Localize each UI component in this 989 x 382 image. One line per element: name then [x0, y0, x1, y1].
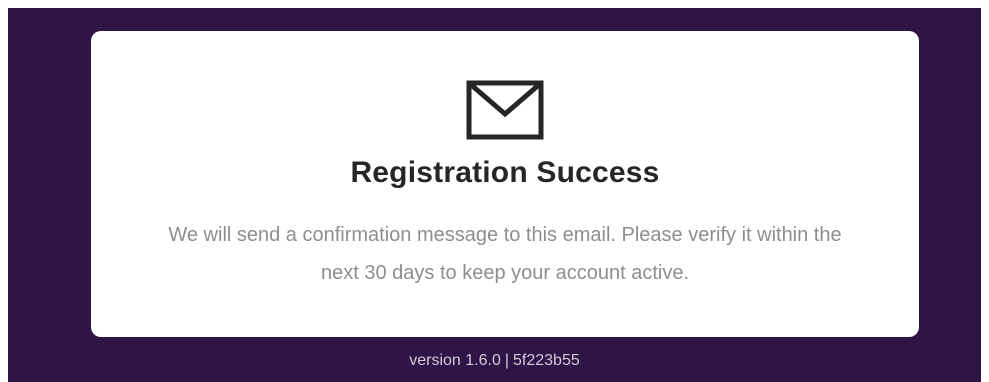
version-footer: version 1.6.0 | 5f223b55: [8, 352, 981, 370]
version-label: version 1.6.0: [409, 352, 501, 369]
registration-success-card: Registration Success We will send a conf…: [91, 31, 919, 337]
dialog-message: We will send a confirmation message to t…: [168, 224, 842, 284]
envelope-icon: [466, 80, 544, 140]
dialog-title: Registration Success: [350, 156, 660, 189]
footer-separator: |: [504, 352, 510, 369]
app-background: Registration Success We will send a conf…: [8, 8, 981, 382]
build-hash: 5f223b55: [513, 352, 580, 369]
